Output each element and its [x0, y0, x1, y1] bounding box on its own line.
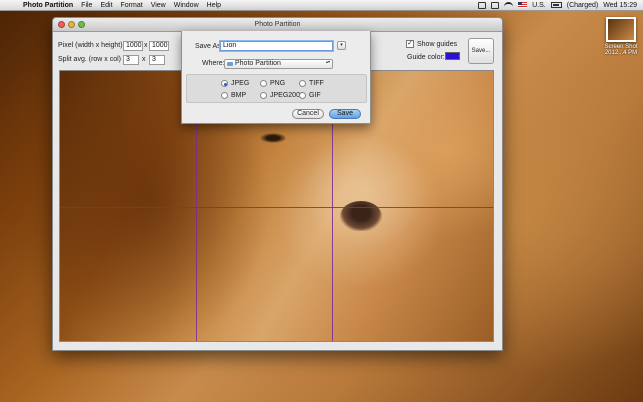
minimize-window-icon[interactable]: [68, 21, 75, 28]
input-source-label[interactable]: U.S.: [532, 2, 546, 9]
pixel-size-label: Pixel (width x height): [58, 42, 123, 49]
guide-line-vertical-3: [493, 71, 494, 341]
close-window-icon[interactable]: [58, 21, 65, 28]
cancel-button[interactable]: Cancel: [292, 109, 324, 119]
format-jpeg2000-radio[interactable]: JPEG2000: [260, 92, 304, 99]
format-group: JPEG PNG TIFF BMP JPEG2000 GIF: [186, 74, 367, 103]
format-tiff-radio[interactable]: TIFF: [299, 80, 324, 87]
desktop-file-label-2: 2012...4 PM: [604, 50, 638, 56]
menu-edit[interactable]: Edit: [96, 0, 116, 11]
menu-app[interactable]: Photo Partition: [19, 0, 77, 11]
split-cols-field[interactable]: 3: [149, 55, 165, 65]
save-as-label: Save As:: [195, 43, 223, 50]
title-bar[interactable]: Photo Partition: [53, 18, 502, 32]
times-label-2: x: [142, 56, 146, 63]
flag-icon[interactable]: [518, 2, 528, 8]
clock[interactable]: Wed 15:29: [603, 2, 637, 9]
guide-color-well[interactable]: [445, 52, 460, 60]
where-label: Where:: [202, 60, 225, 67]
format-gif-radio[interactable]: GIF: [299, 92, 321, 99]
time-machine-icon[interactable]: [491, 1, 500, 9]
lion-nose: [340, 201, 382, 231]
radio-icon: [221, 92, 228, 99]
format-png-radio[interactable]: PNG: [260, 80, 285, 87]
radio-icon: [260, 80, 267, 87]
show-guides-checkbox[interactable]: ✓: [406, 40, 414, 48]
menu-help[interactable]: Help: [203, 0, 225, 11]
menu-window[interactable]: Window: [170, 0, 203, 11]
status-area: U.S. (Charged) Wed 15:29: [478, 1, 643, 9]
lion-eye: [260, 133, 286, 143]
menu-view[interactable]: View: [147, 0, 170, 11]
desktop-file-screenshot[interactable]: Screen Shot 2012...4 PM: [603, 17, 639, 56]
battery-icon[interactable]: [550, 2, 562, 8]
radio-icon: [299, 80, 306, 87]
radio-selected-icon: [221, 80, 228, 87]
radio-icon: [299, 92, 306, 99]
save-button[interactable]: Save...: [468, 38, 494, 64]
expand-dialog-button[interactable]: ▾: [337, 41, 346, 50]
show-guides-label: Show guides: [417, 41, 458, 48]
format-bmp-radio[interactable]: BMP: [221, 92, 246, 99]
times-label: x: [144, 42, 148, 49]
format-jpeg-radio[interactable]: JPEG: [221, 80, 249, 87]
screenshot-thumbnail: [606, 17, 636, 42]
save-sheet: Save As: Lion ▾ Where: Photo Partition J…: [181, 31, 371, 124]
pixel-width-field[interactable]: 1000: [123, 41, 143, 51]
radio-icon: [260, 92, 267, 99]
window-title: Photo Partition: [254, 21, 301, 28]
split-label: Split avg. (row x col): [58, 56, 122, 63]
where-popup[interactable]: Photo Partition: [224, 59, 333, 69]
menu-bar: Photo Partition File Edit Format View Wi…: [0, 0, 643, 11]
zoom-window-icon[interactable]: [78, 21, 85, 28]
pixel-height-field[interactable]: 1000: [149, 41, 169, 51]
split-rows-field[interactable]: 3: [123, 55, 139, 65]
guide-line-horizontal-1: [60, 207, 493, 208]
menu-format[interactable]: Format: [117, 0, 147, 11]
display-icon[interactable]: [478, 1, 487, 9]
save-as-input[interactable]: Lion: [220, 41, 333, 51]
battery-status[interactable]: (Charged): [567, 2, 599, 9]
guide-color-label: Guide color:: [407, 54, 445, 61]
menu-file[interactable]: File: [77, 0, 96, 11]
wifi-icon[interactable]: [504, 1, 514, 9]
confirm-save-button[interactable]: Save: [329, 109, 361, 119]
